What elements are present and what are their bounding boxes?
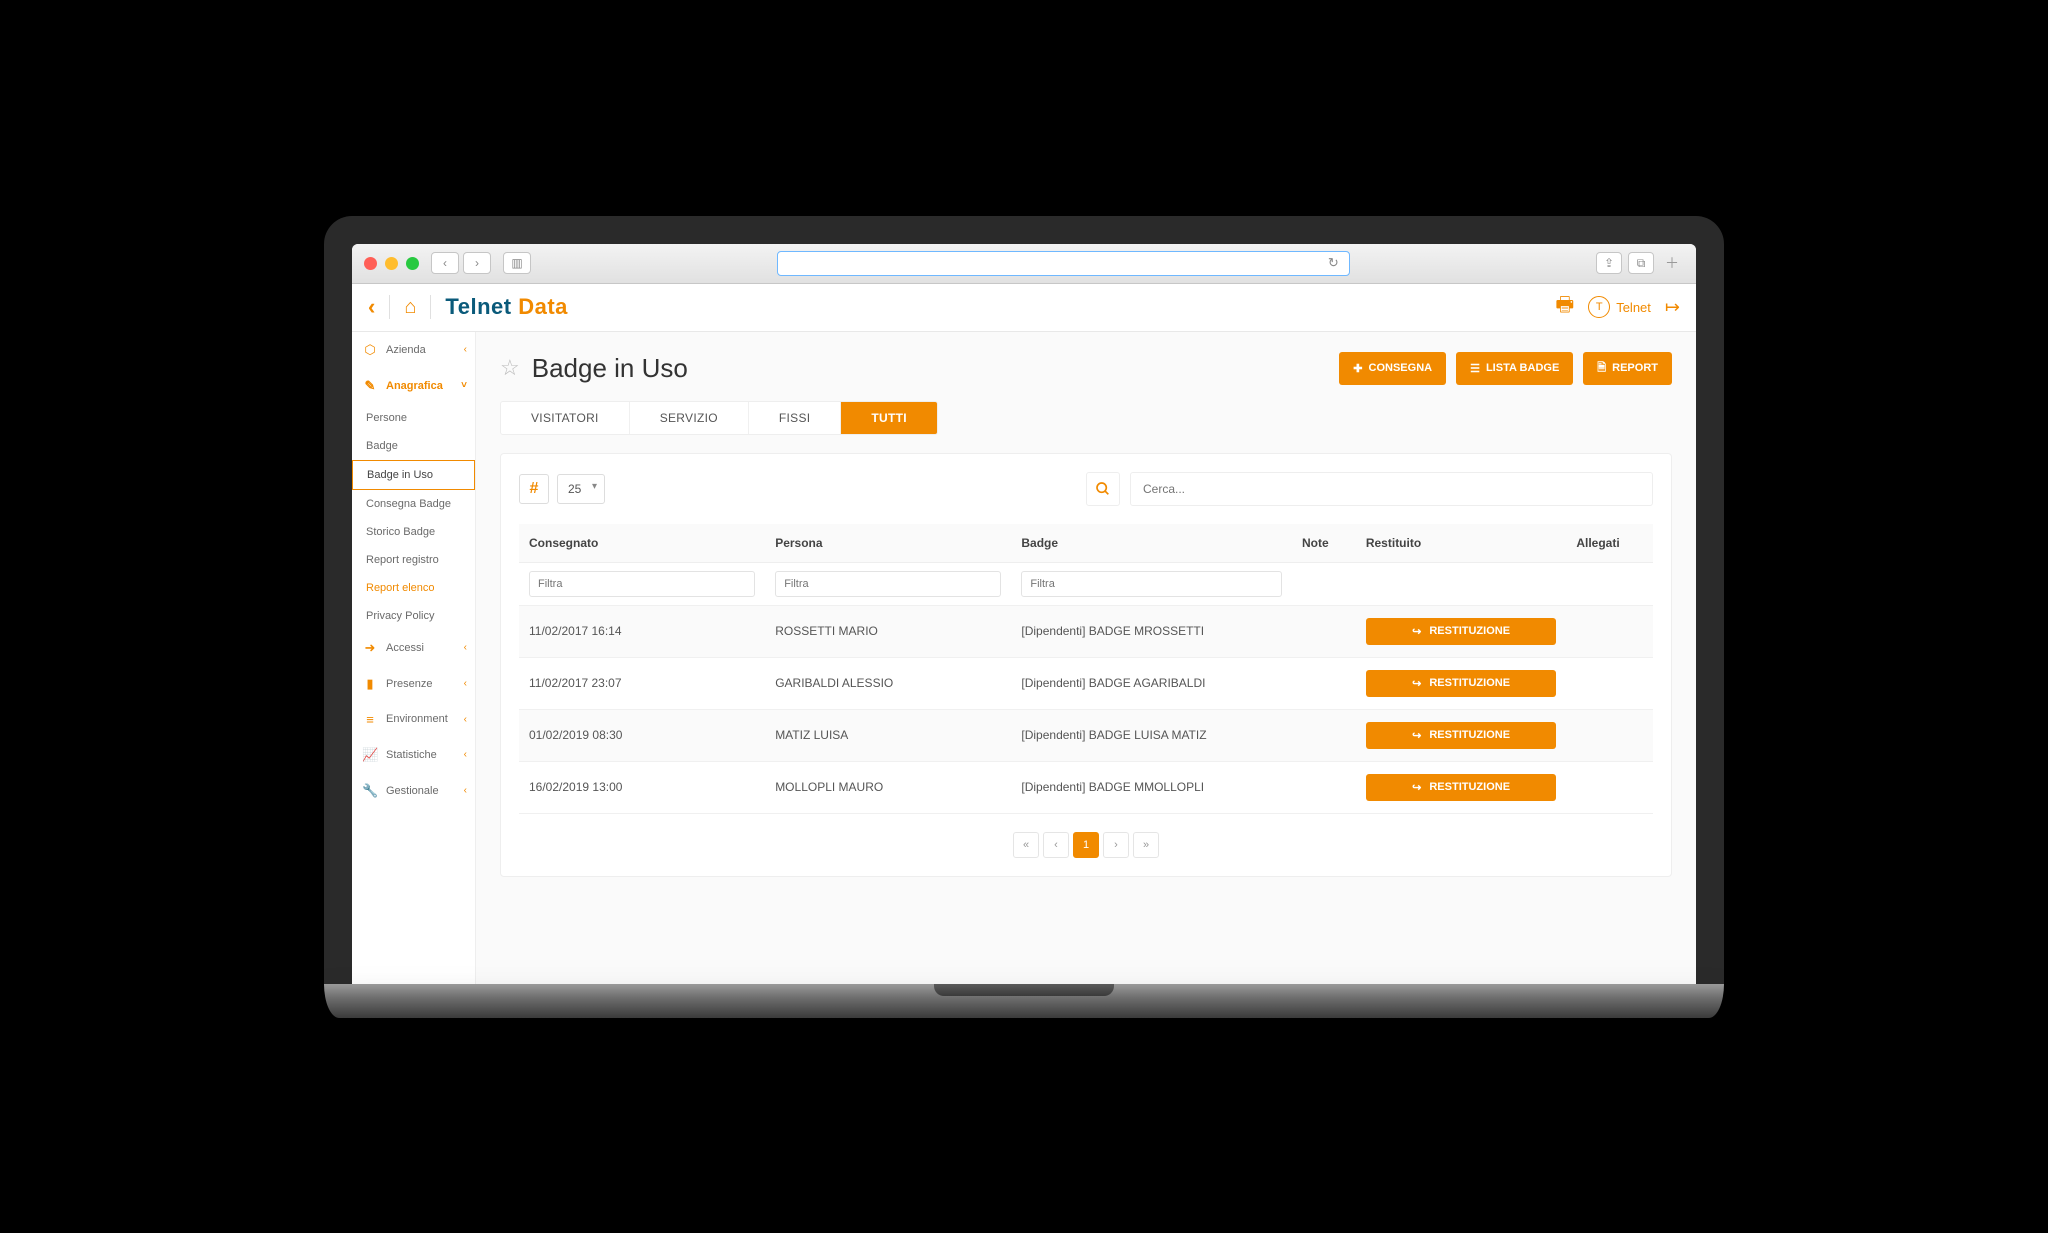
restituzione-button[interactable]: ↪RESTITUZIONE xyxy=(1366,774,1556,801)
chevron-icon: ‹ xyxy=(464,642,467,653)
filter-input[interactable] xyxy=(1021,571,1282,597)
sidebar-item-report-elenco[interactable]: Report elenco xyxy=(352,574,475,602)
sidebar-item-badge[interactable]: Badge xyxy=(352,432,475,460)
column-header: Persona xyxy=(765,524,1011,563)
sidebar-section-accessi[interactable]: ➜Accessi‹ xyxy=(352,630,475,666)
return-icon: ↪ xyxy=(1412,729,1421,742)
button-icon: ✚ xyxy=(1353,362,1362,375)
user-label: Telnet xyxy=(1616,300,1651,315)
sidebar-section-anagrafica[interactable]: ✎Anagrafica˅ xyxy=(352,368,475,404)
header-back-icon[interactable]: ‹ xyxy=(368,294,375,320)
chevron-icon: ˅ xyxy=(461,380,467,391)
sidebar: ⬡Azienda‹✎Anagrafica˅ PersoneBadgeBadge … xyxy=(352,332,476,984)
reload-icon[interactable]: ↻ xyxy=(1328,255,1339,271)
tab-servizio[interactable]: SERVIZIO xyxy=(630,402,749,434)
chevron-icon: ‹ xyxy=(464,344,467,355)
table-row: 01/02/2019 08:30MATIZ LUISA[Dipendenti] … xyxy=(519,709,1653,761)
new-tab-button[interactable]: ＋ xyxy=(1660,253,1684,273)
return-icon: ↪ xyxy=(1412,625,1421,638)
sidebar-toggle-button[interactable]: ▥ xyxy=(503,252,531,274)
column-header: Allegati xyxy=(1566,524,1653,563)
sidebar-item-persone[interactable]: Persone xyxy=(352,404,475,432)
tab-fissi[interactable]: FISSI xyxy=(749,402,842,434)
search-input[interactable] xyxy=(1130,472,1653,506)
sidebar-item-badge-in-uso[interactable]: Badge in Uso xyxy=(352,460,475,490)
search-icon xyxy=(1086,472,1120,506)
sidebar-section-environment[interactable]: ≡Environment‹ xyxy=(352,702,475,737)
sidebar-item-consegna-badge[interactable]: Consegna Badge xyxy=(352,490,475,518)
address-bar[interactable]: ↻ xyxy=(777,251,1350,276)
maximize-window-icon[interactable] xyxy=(406,257,419,270)
minimize-window-icon[interactable] xyxy=(385,257,398,270)
button-icon: ☰ xyxy=(1470,362,1480,375)
share-button[interactable]: ⇪ xyxy=(1596,252,1622,274)
table-row: 16/02/2019 13:00MOLLOPLI MAURO[Dipendent… xyxy=(519,761,1653,813)
section-icon: 📈 xyxy=(362,747,378,763)
page-current[interactable]: 1 xyxy=(1073,832,1099,858)
app-logo: Telnet Data xyxy=(445,294,567,320)
section-icon: 🔧 xyxy=(362,783,378,799)
tab-tutti[interactable]: TUTTI xyxy=(841,402,937,434)
sidebar-section-statistiche[interactable]: 📈Statistiche‹ xyxy=(352,737,475,773)
filter-input[interactable] xyxy=(529,571,755,597)
favorite-star-icon[interactable]: ☆ xyxy=(500,355,520,381)
browser-toolbar: ‹ › ▥ ↻ ⇪ ⧉ ＋ xyxy=(352,244,1696,284)
page-prev[interactable]: ‹ xyxy=(1043,832,1069,858)
restituzione-button[interactable]: ↪RESTITUZIONE xyxy=(1366,618,1556,645)
nav-back-button[interactable]: ‹ xyxy=(431,252,459,274)
user-avatar-icon: T xyxy=(1588,296,1610,318)
home-icon[interactable]: ⌂ xyxy=(404,296,416,319)
section-icon: ▮ xyxy=(362,676,378,692)
page-title: Badge in Uso xyxy=(532,353,688,384)
return-icon: ↪ xyxy=(1412,677,1421,690)
section-icon: ≡ xyxy=(362,712,378,727)
app-header: ‹ ⌂ Telnet Data 🖶 T Telnet ↦ xyxy=(352,284,1696,332)
sidebar-item-storico-badge[interactable]: Storico Badge xyxy=(352,518,475,546)
data-card: # 25 xyxy=(500,453,1672,877)
per-page-icon: # xyxy=(519,474,549,504)
lista-badge-button[interactable]: ☰LISTA BADGE xyxy=(1456,352,1573,385)
return-icon: ↪ xyxy=(1412,781,1421,794)
chevron-icon: ‹ xyxy=(464,714,467,725)
column-header: Note xyxy=(1292,524,1356,563)
pagination: « ‹ 1 › » xyxy=(519,832,1653,858)
page-first[interactable]: « xyxy=(1013,832,1039,858)
user-menu[interactable]: T Telnet xyxy=(1588,296,1651,318)
page-last[interactable]: » xyxy=(1133,832,1159,858)
close-window-icon[interactable] xyxy=(364,257,377,270)
chevron-icon: ‹ xyxy=(464,678,467,689)
table-row: 11/02/2017 16:14ROSSETTI MARIO[Dipendent… xyxy=(519,605,1653,657)
column-header: Restituito xyxy=(1356,524,1566,563)
section-icon: ⬡ xyxy=(362,342,378,358)
window-controls xyxy=(364,257,419,270)
sidebar-section-presenze[interactable]: ▮Presenze‹ xyxy=(352,666,475,702)
badge-table: ConsegnatoPersonaBadgeNoteRestituitoAlle… xyxy=(519,524,1653,814)
logout-icon[interactable]: ↦ xyxy=(1665,297,1680,318)
main-content: ☆ Badge in Uso ✚CONSEGNA ☰LISTA BADGE 🗎REP… xyxy=(476,332,1696,984)
chevron-icon: ‹ xyxy=(464,785,467,796)
section-icon: ➜ xyxy=(362,640,378,656)
report-button[interactable]: 🗎REPORT xyxy=(1583,352,1672,385)
sidebar-section-gestionale[interactable]: 🔧Gestionale‹ xyxy=(352,773,475,809)
consegna-button[interactable]: ✚CONSEGNA xyxy=(1339,352,1446,385)
section-icon: ✎ xyxy=(362,378,378,394)
restituzione-button[interactable]: ↪RESTITUZIONE xyxy=(1366,722,1556,749)
print-icon[interactable]: 🖶 xyxy=(1555,290,1574,324)
button-icon: 🗎 xyxy=(1597,359,1606,378)
tabs-bar: VISITATORISERVIZIOFISSITUTTI xyxy=(500,401,938,435)
tabs-button[interactable]: ⧉ xyxy=(1628,252,1654,274)
tab-visitatori[interactable]: VISITATORI xyxy=(501,402,630,434)
restituzione-button[interactable]: ↪RESTITUZIONE xyxy=(1366,670,1556,697)
sidebar-item-report-registro[interactable]: Report registro xyxy=(352,546,475,574)
chevron-icon: ‹ xyxy=(464,749,467,760)
column-header: Badge xyxy=(1011,524,1292,563)
page-next[interactable]: › xyxy=(1103,832,1129,858)
sidebar-item-privacy-policy[interactable]: Privacy Policy xyxy=(352,602,475,630)
nav-forward-button[interactable]: › xyxy=(463,252,491,274)
filter-input[interactable] xyxy=(775,571,1001,597)
sidebar-section-azienda[interactable]: ⬡Azienda‹ xyxy=(352,332,475,368)
table-row: 11/02/2017 23:07GARIBALDI ALESSIO[Dipend… xyxy=(519,657,1653,709)
column-header: Consegnato xyxy=(519,524,765,563)
per-page-select[interactable]: 25 xyxy=(557,474,605,504)
